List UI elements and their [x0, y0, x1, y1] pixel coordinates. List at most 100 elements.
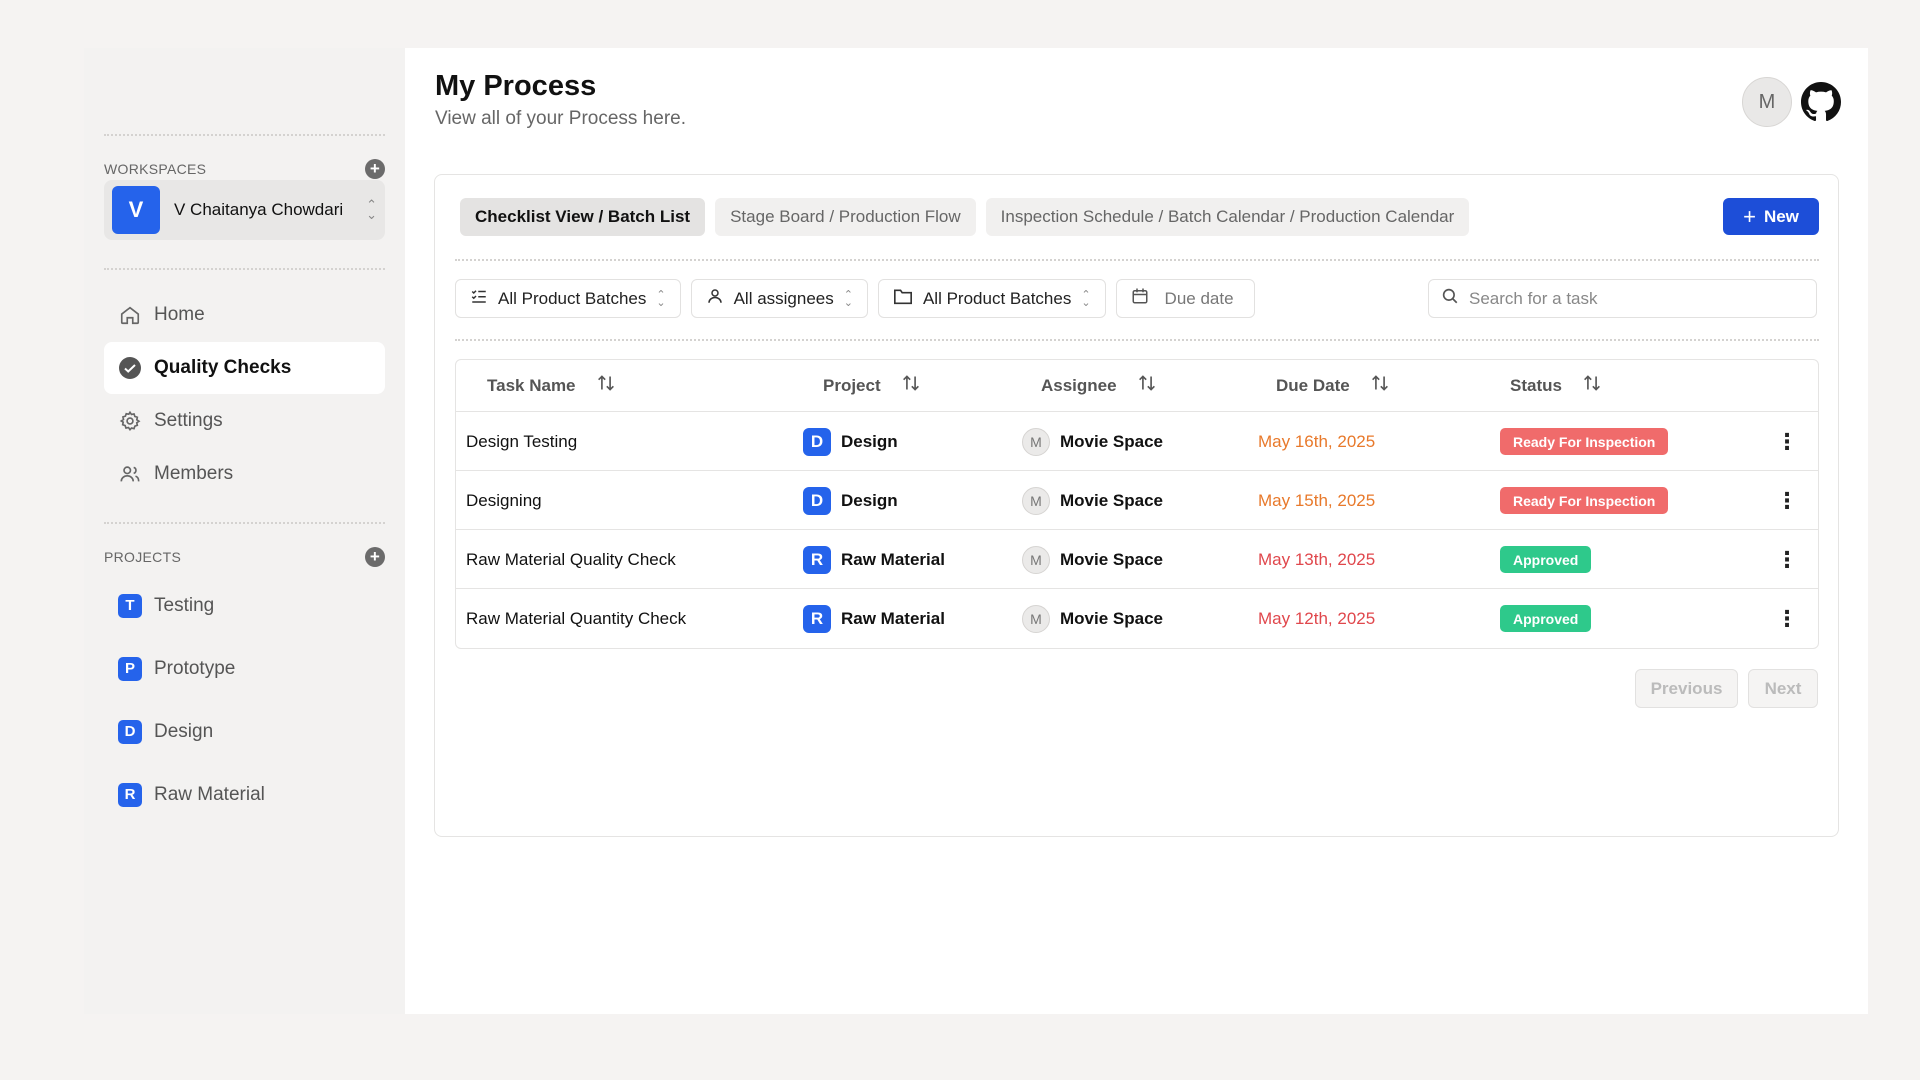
page-title: My Process: [435, 70, 597, 102]
project-name: Raw Material: [841, 608, 945, 628]
table-row[interactable]: Design Testing D Design M Movie Space Ma…: [456, 412, 1818, 471]
table-row[interactable]: Raw Material Quality Check R Raw Materia…: [456, 530, 1818, 589]
project-item-prototype[interactable]: P Prototype: [104, 637, 385, 700]
project-list: T Testing P Prototype D Design R Raw Mat…: [104, 574, 385, 826]
assignee-filter[interactable]: All assignees ⌃ ⌄: [690, 279, 868, 318]
nav-item-settings[interactable]: Settings: [104, 395, 385, 447]
tab-stage-board[interactable]: Stage Board / Production Flow: [715, 198, 976, 236]
user-icon: [706, 287, 724, 310]
task-name[interactable]: Designing: [466, 471, 542, 530]
projects-header: PROJECTS +: [104, 547, 385, 567]
divider: [104, 268, 385, 270]
assignee-name: Movie Space: [1060, 431, 1163, 451]
column-header-assignee[interactable]: Assignee: [1041, 374, 1157, 397]
workspace-avatar: V: [112, 186, 160, 234]
project-name: Raw Material: [841, 549, 945, 569]
project-name: Design: [841, 490, 898, 510]
project-label: Testing: [154, 594, 215, 616]
pagination: Previous Next: [1635, 669, 1818, 708]
tab-inspection-schedule[interactable]: Inspection Schedule / Batch Calendar / P…: [985, 198, 1470, 236]
sort-icon: [1582, 374, 1602, 397]
more-vertical-icon[interactable]: ⋮: [1776, 606, 1798, 632]
due-date-filter-label: Due date: [1164, 288, 1234, 308]
process-card: Checklist View / Batch List Stage Board …: [434, 174, 1839, 837]
more-vertical-icon[interactable]: ⋮: [1776, 488, 1798, 514]
chevron-updown-icon: ⌃ ⌄: [656, 288, 666, 309]
sort-icon: [1137, 374, 1157, 397]
add-project-icon[interactable]: +: [365, 547, 385, 567]
assignee-name: Movie Space: [1060, 608, 1163, 628]
assignee-avatar: M: [1022, 427, 1050, 456]
table-row[interactable]: Designing D Design M Movie Space May 15t…: [456, 471, 1818, 530]
main-nav: Home Quality Checks Settings Members: [104, 289, 385, 501]
next-button[interactable]: Next: [1748, 669, 1818, 708]
search-box: [1428, 279, 1817, 318]
project-item-raw-material[interactable]: R Raw Material: [104, 763, 385, 826]
search-input[interactable]: [1469, 288, 1789, 309]
project-cell: R Raw Material: [803, 530, 945, 589]
project-filter-label: All Product Batches: [922, 288, 1072, 308]
nav-item-members[interactable]: Members: [104, 448, 385, 500]
task-name[interactable]: Raw Material Quality Check: [466, 530, 676, 589]
tab-checklist-view[interactable]: Checklist View / Batch List: [460, 198, 706, 236]
assignee-filter-label: All assignees: [733, 288, 834, 308]
due-date-filter[interactable]: Due date: [1115, 279, 1255, 318]
users-icon: [118, 462, 142, 486]
nav-item-home[interactable]: Home: [104, 289, 385, 341]
new-button[interactable]: + New: [1723, 198, 1819, 235]
previous-button[interactable]: Previous: [1635, 669, 1738, 708]
column-header-due-date[interactable]: Due Date: [1276, 374, 1390, 397]
sort-icon: [1370, 374, 1390, 397]
column-header-project[interactable]: Project: [823, 374, 921, 397]
nav-item-quality-checks[interactable]: Quality Checks: [104, 342, 385, 394]
chevron-updown-icon: ⌃ ⌄: [1081, 288, 1091, 309]
assignee-name: Movie Space: [1060, 490, 1163, 510]
divider: [455, 259, 1819, 261]
table-row[interactable]: Raw Material Quantity Check R Raw Materi…: [456, 589, 1818, 648]
project-item-testing[interactable]: T Testing: [104, 574, 385, 637]
row-actions[interactable]: ⋮: [1776, 530, 1798, 589]
row-actions[interactable]: ⋮: [1776, 589, 1798, 648]
row-actions[interactable]: ⋮: [1776, 471, 1798, 530]
batch-filter[interactable]: All Product Batches ⌃ ⌄: [455, 279, 681, 318]
sort-icon: [596, 374, 616, 397]
nav-label-quality-checks: Quality Checks: [154, 357, 292, 378]
more-vertical-icon[interactable]: ⋮: [1776, 547, 1798, 573]
status-cell: Ready For Inspection: [1500, 412, 1669, 471]
divider: [455, 339, 1819, 341]
divider: [104, 134, 385, 136]
gear-icon: [118, 409, 142, 433]
check-circle-icon: [118, 356, 142, 380]
sort-icon: [901, 374, 921, 397]
new-button-label: New: [1763, 206, 1799, 226]
column-label: Project: [823, 375, 881, 395]
assignee-cell: M Movie Space: [1022, 589, 1163, 648]
due-date: May 12th, 2025: [1258, 608, 1376, 628]
add-workspace-icon[interactable]: +: [365, 159, 385, 179]
status-badge: Approved: [1500, 605, 1592, 632]
project-item-design[interactable]: D Design: [104, 700, 385, 763]
task-name[interactable]: Design Testing: [466, 412, 577, 471]
status-badge: Approved: [1500, 546, 1592, 573]
projects-label: PROJECTS: [104, 549, 182, 565]
home-icon: [118, 303, 142, 327]
table-header: Task Name Project Assignee Due Date Stat…: [456, 360, 1818, 412]
project-badge: D: [803, 427, 831, 456]
row-actions[interactable]: ⋮: [1776, 412, 1798, 471]
nav-label-members: Members: [154, 463, 234, 484]
column-header-task-name[interactable]: Task Name: [487, 374, 616, 397]
project-badge: T: [118, 593, 142, 618]
main-panel: My Process View all of your Process here…: [405, 48, 1868, 1014]
task-name[interactable]: Raw Material Quantity Check: [466, 589, 686, 648]
github-icon[interactable]: [1801, 82, 1841, 122]
nav-label-settings: Settings: [154, 410, 223, 431]
column-label: Assignee: [1041, 375, 1117, 395]
project-badge: R: [803, 545, 831, 574]
project-cell: D Design: [803, 471, 898, 530]
workspaces-label: WORKSPACES: [104, 161, 207, 177]
user-avatar[interactable]: M: [1742, 77, 1792, 127]
column-header-status[interactable]: Status: [1510, 374, 1602, 397]
workspace-selector[interactable]: V V Chaitanya Chowdari ⌃ ⌄: [104, 180, 385, 240]
more-vertical-icon[interactable]: ⋮: [1776, 429, 1798, 455]
project-filter[interactable]: All Product Batches ⌃ ⌄: [877, 279, 1106, 318]
